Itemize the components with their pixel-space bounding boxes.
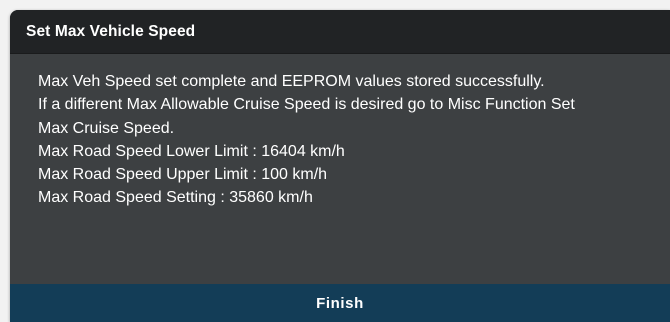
dialog-title: Set Max Vehicle Speed xyxy=(26,22,196,40)
message-line: Max Road Speed Setting : 35860 km/h xyxy=(38,189,313,207)
dialog-message: Max Veh Speed set complete and EEPROM va… xyxy=(10,55,670,284)
set-max-speed-dialog: Set Max Vehicle Speed Max Veh Speed set … xyxy=(10,10,670,322)
message-line: Max Veh Speed set complete and EEPROM va… xyxy=(38,73,545,90)
message-line: Max Road Speed Upper Limit : 100 km/h xyxy=(38,166,328,184)
finish-button-label: Finish xyxy=(316,294,364,312)
message-line: Max Road Speed Lower Limit : 16404 km/h xyxy=(38,142,345,160)
message-line: Max Cruise Speed. xyxy=(38,119,175,137)
message-line: If a different Max Allowable Cruise Spee… xyxy=(38,96,575,114)
dialog-title-bar: Set Max Vehicle Speed xyxy=(10,10,670,54)
finish-button[interactable]: Finish xyxy=(10,284,670,322)
